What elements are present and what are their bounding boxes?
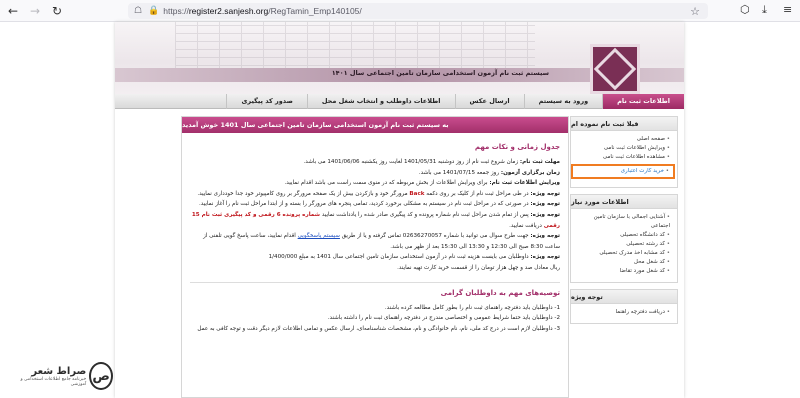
reload-button[interactable]: ↻ — [48, 2, 66, 20]
back-button[interactable]: ← — [4, 2, 22, 20]
sidebar-item-requested-job-code[interactable]: کد شغل مورد تقاضا — [574, 267, 672, 276]
address-bar[interactable]: ☖ 🔒 https://register2.sanjesh.org/RegTam… — [128, 3, 708, 19]
menu-item-applicant-info[interactable]: اطلاعات داوطلب و انتخاب شغل محل — [306, 93, 455, 109]
watermark-subtitle: خبرنامه جامع اطلاعات استخدامی و آموزشی — [20, 376, 87, 387]
main-content: به سیستم ثبت نام آزمون استخدامی سازمان ت… — [181, 116, 569, 398]
tip-item: 1- داوطلبان باید دفترچه راهنمای ثبت نام … — [384, 304, 560, 311]
bookmark-star-icon[interactable]: ☆ — [690, 5, 700, 18]
support-system-link[interactable]: سیستم پاسخگویی — [298, 233, 340, 239]
note-line: توجه ویژه: جهت طرح سوال می توانید با شما… — [203, 233, 560, 240]
schedule-line: مهلت ثبت نام: زمان شروع ثبت نام از روز د… — [303, 159, 560, 165]
sidebar-item-university-code[interactable]: کد دانشگاه تحصیلی — [574, 231, 672, 240]
page-container: سیستم ثبت نام آزمون استخدامی سازمان تامی… — [115, 22, 684, 398]
sidebar-special-note-box: توجه ویژه دریافت دفترچه راهنما — [570, 289, 678, 324]
sidebar-registered-box: قبلا ثبت نام نموده ام صفحه اصلی ویرایش ا… — [570, 116, 678, 188]
site-banner: سیستم ثبت نام آزمون استخدامی سازمان تامی… — [115, 22, 684, 94]
forward-button[interactable]: → — [26, 2, 44, 20]
watermark: صراط شعر خبرنامه جامع اطلاعات استخدامی و… — [18, 358, 113, 394]
sidebar-required-info-box: اطلاعات مورد نیاز آشنایی اجمالی با سازما… — [570, 194, 678, 283]
menu-icon[interactable]: ≡ — [783, 3, 792, 16]
tip-item: 2- داوطلبان باید حتما شرایط عمومی و اختص… — [327, 315, 560, 322]
sidebar-item-degree-code[interactable]: کد مشابه اخذ مدرک تحصیلی — [574, 249, 672, 258]
page-info-icon: ☖ — [134, 6, 143, 16]
menu-item-upload-photo[interactable]: ارسال عکس — [454, 93, 524, 109]
url-text: https://register2.sanjesh.org/RegTamin_E… — [163, 6, 362, 16]
sidebar-item-home[interactable]: صفحه اصلی — [574, 135, 672, 144]
arrow-left-icon: ← — [7, 3, 19, 18]
schedule-line: زمان برگزاری آزمون: روز جمعه 1401/07/15 … — [418, 169, 560, 176]
menu-item-registration-info[interactable]: اطلاعات ثبت نام — [602, 93, 684, 109]
browser-toolbar: ← → ↻ ☖ 🔒 https://register2.sanjesh.org/… — [0, 0, 800, 22]
sidebar-box-title: قبلا ثبت نام نموده ام — [571, 117, 677, 131]
sidebar-item-edit-info[interactable]: ویرایش اطلاعات ثبت نامی — [574, 144, 672, 153]
sidebar-box-title: توجه ویژه — [571, 290, 677, 304]
sidebar-box-title: اطلاعات مورد نیاز — [571, 195, 677, 209]
note-line: ریال معادل صد و چهل هزار تومان را از قسم… — [397, 264, 560, 271]
sidebar-item-buy-card[interactable]: خرید کارت اعتباری — [571, 164, 675, 179]
note-line: توجه ویژه: در صورتی که در مراحل ثبت نام … — [198, 201, 560, 208]
arrow-right-icon: → — [29, 3, 41, 18]
section-title-tips: توصیه‌های مهم به داوطلبان گرامی — [440, 288, 560, 297]
section-title-schedule: جدول زمانی و نکات مهم — [474, 143, 560, 151]
sidebar-item-field-code[interactable]: کد رشته تحصیلی — [574, 240, 672, 249]
sidebar-item-about[interactable]: آشنایی اجمالی با سازمان تامین اجتماعی — [574, 213, 672, 231]
note-line: توجه ویژه: داوطلبان می بایست هزینه ثبت ن… — [268, 254, 560, 261]
note-line: ساعت 8:30 صبح الی 12:30 و 13:30 الی 15:3… — [390, 243, 560, 250]
tip-item: 3- داوطلبان لازم است در درج کد ملی، نام،… — [197, 325, 560, 332]
welcome-header: به سیستم ثبت نام آزمون استخدامی سازمان ت… — [182, 117, 568, 133]
banner-background-pattern — [175, 22, 535, 74]
sidebar-item-job-location-code[interactable]: کد شغل محل — [574, 258, 672, 267]
sidebar-item-download-guide[interactable]: دریافت دفترچه راهنما — [574, 308, 672, 317]
lock-icon: 🔒 — [148, 6, 160, 16]
menu-item-tracking-code[interactable]: صدور کد پیگیری — [226, 93, 306, 109]
schedule-line: ویرایش اطلاعات ثبت نام: برای ویرایش اطلا… — [284, 180, 560, 187]
note-line: توجه ویژه: پس از تمام شدن مراحل ثبت نام … — [191, 211, 560, 229]
watermark-logo-icon: ص — [89, 362, 113, 390]
extensions-icon[interactable]: ⤓ — [762, 3, 767, 17]
sidebar-item-view-info[interactable]: مشاهده اطلاعات ثبت نامی — [574, 153, 672, 162]
top-menu: اطلاعات ثبت نام ورود به سیستم ارسال عکس … — [115, 93, 684, 109]
pocket-icon[interactable]: ⬡ — [740, 3, 750, 16]
note-line: توجه ویژه: در طی مراحل ثبت نام از کلیک ب… — [197, 190, 560, 197]
reload-icon: ↻ — [51, 3, 63, 18]
organization-logo-icon — [590, 44, 640, 94]
menu-item-login[interactable]: ورود به سیستم — [523, 93, 602, 109]
right-sidebar: قبلا ثبت نام نموده ام صفحه اصلی ویرایش ا… — [570, 116, 678, 398]
watermark-title: صراط شعر — [31, 365, 87, 377]
banner-title: سیستم ثبت نام آزمون استخدامی سازمان تامی… — [331, 69, 549, 77]
divider — [190, 281, 560, 283]
